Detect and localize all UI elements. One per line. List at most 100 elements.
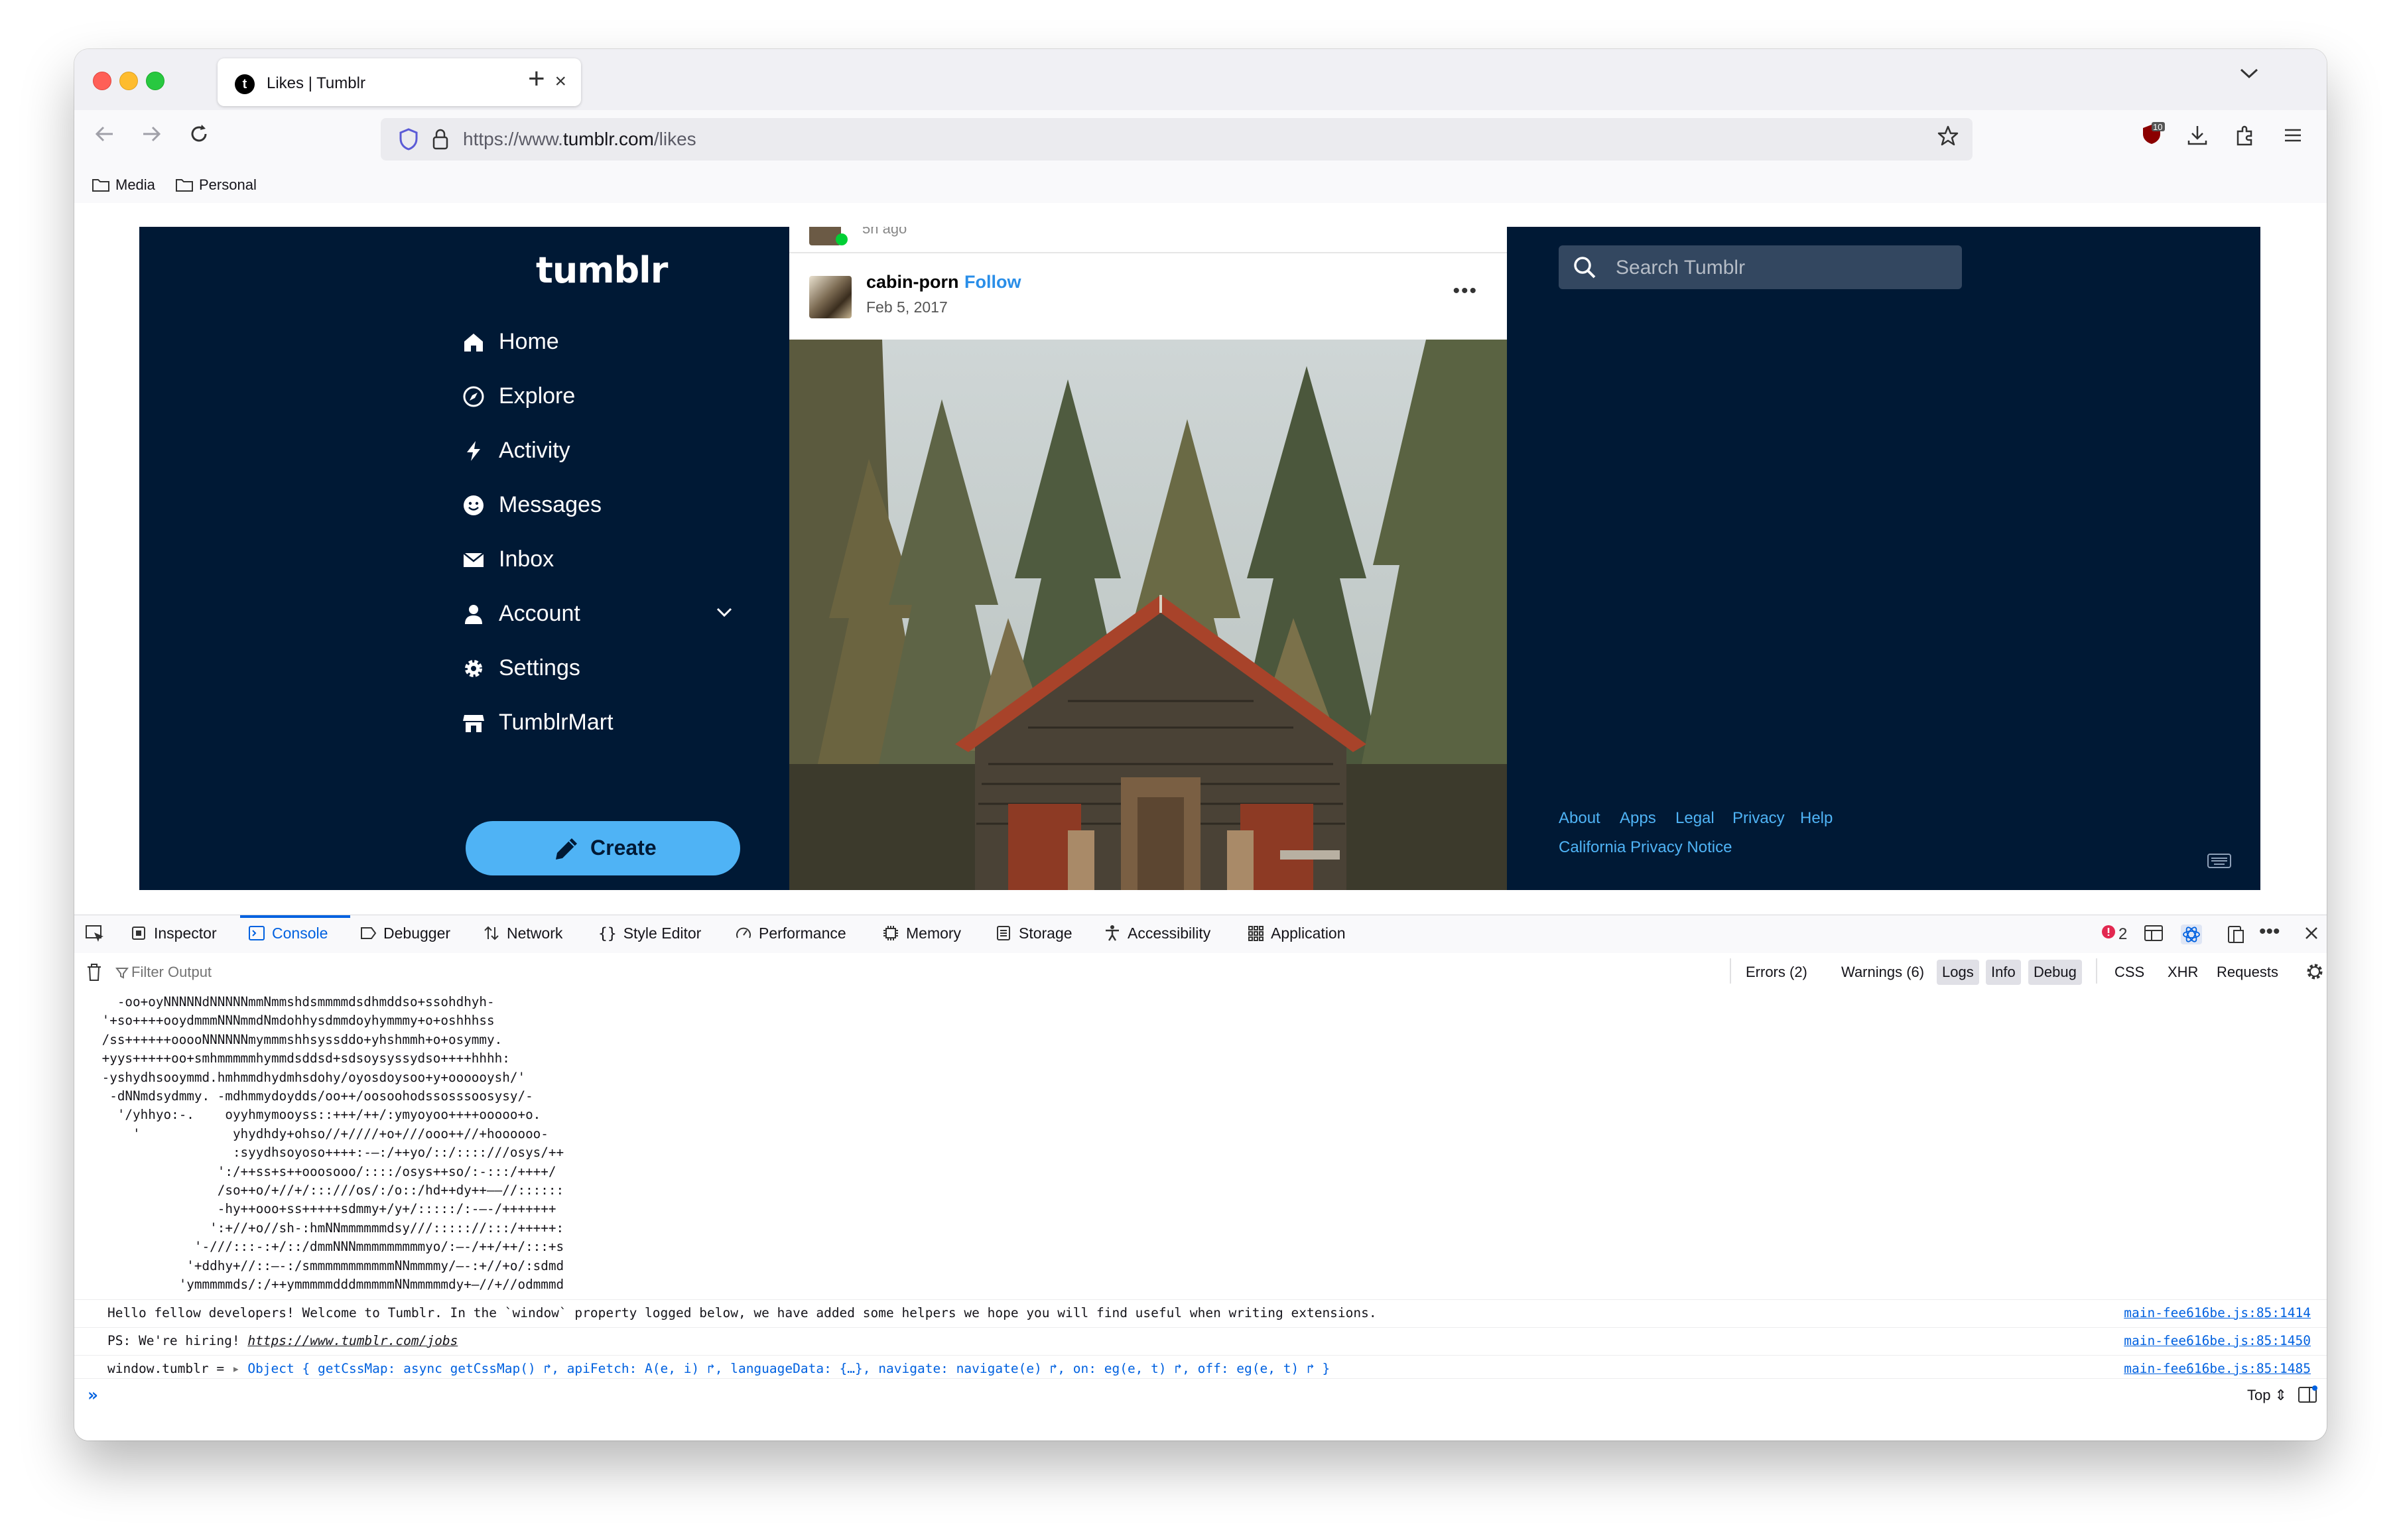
tab-label: Accessibility (1128, 925, 1211, 942)
prompt-chevron-icon: » (88, 1385, 98, 1405)
footer-link-apps[interactable]: Apps (1620, 809, 1656, 828)
responsive-design-mode-icon[interactable] (2226, 925, 2244, 949)
tracking-protection-shield-icon[interactable] (398, 127, 419, 155)
url-domain: tumblr.com (562, 129, 654, 149)
filter-logs[interactable]: Logs (1937, 960, 1979, 985)
tab-debugger[interactable]: Debugger (359, 925, 450, 954)
follow-button[interactable]: Follow (964, 272, 1021, 292)
sidebar-toggle-icon[interactable] (2298, 1385, 2317, 1407)
expand-triangle-icon[interactable]: ▸ (232, 1361, 247, 1376)
post-username[interactable]: cabin-porn (866, 272, 959, 292)
tab-storage[interactable]: Storage (995, 925, 1072, 954)
devtools-toolbar: Inspector Console Debugger Network {} Sty… (74, 915, 2327, 954)
ublock-extension-icon[interactable]: 10 (2138, 121, 2165, 153)
log-source-link[interactable]: main-fee616be.js:85:1485 (2124, 1361, 2311, 1376)
close-tab-icon[interactable]: × (554, 70, 566, 93)
log-source-link[interactable]: main-fee616be.js:85:1414 (2124, 1305, 2311, 1320)
filter-xhr[interactable]: XHR (2162, 960, 2203, 985)
footer-link-privacy[interactable]: Privacy (1732, 809, 1785, 828)
error-count-badge[interactable]: 2 (2101, 925, 2127, 944)
minimize-window-button[interactable] (119, 72, 138, 90)
list-all-tabs-icon[interactable] (2239, 64, 2259, 85)
bookmark-folder-media[interactable]: Media (92, 176, 155, 194)
nav-home[interactable]: Home (462, 322, 740, 362)
zoom-window-button[interactable] (146, 72, 164, 90)
tab-label: Memory (906, 925, 962, 942)
nav-messages[interactable]: Messages (462, 485, 740, 525)
post-date: Feb 5, 2017 (866, 298, 948, 316)
grid-icon (1248, 926, 1264, 941)
tumblr-page: tumblr Home Explore Activity Messages In… (139, 227, 2260, 890)
nav-inbox[interactable]: Inbox (462, 540, 740, 580)
tab-application[interactable]: Application (1247, 925, 1346, 954)
tab-inspector[interactable]: Inspector (130, 925, 217, 954)
console-input[interactable]: » Top ⇕ (74, 1378, 2327, 1412)
inspector-icon (132, 927, 145, 940)
address-bar[interactable]: https://www.tumblr.com/likes (381, 118, 1973, 160)
filter-info[interactable]: Info (1986, 960, 2021, 985)
console-settings-gear-icon[interactable] (2304, 961, 2325, 986)
bookmark-star-icon[interactable] (1937, 125, 1959, 153)
back-button[interactable] (93, 122, 117, 152)
tab-accessibility[interactable]: Accessibility (1104, 925, 1210, 954)
trash-icon[interactable] (85, 962, 103, 986)
ascii-art-log: -oo+oyNNNNNdNNNNNmmNmmshdsmmmmdsdhmddso+… (101, 994, 564, 1293)
filter-requests[interactable]: Requests (2211, 960, 2284, 985)
downloads-icon[interactable] (2186, 123, 2209, 153)
bookmark-folder-personal[interactable]: Personal (175, 176, 257, 194)
hamburger-menu-icon[interactable] (2282, 123, 2304, 153)
more-options-icon[interactable]: ••• (2259, 921, 2280, 943)
avatar[interactable] (809, 276, 852, 318)
lock-icon[interactable] (431, 127, 450, 155)
keyboard-shortcuts-icon[interactable] (2207, 853, 2231, 869)
footer-link-help[interactable]: Help (1800, 809, 1833, 828)
tab-performance[interactable]: Performance (735, 925, 846, 954)
network-icon (484, 926, 499, 940)
filter-css[interactable]: CSS (2109, 960, 2150, 985)
tab-memory[interactable]: Memory (882, 925, 961, 954)
forward-button[interactable] (139, 122, 163, 152)
new-tab-button[interactable]: + (528, 62, 545, 96)
bookmark-label: Media (115, 176, 155, 193)
filter-warnings[interactable]: Warnings (6) (1836, 960, 1929, 985)
filter-errors[interactable]: Errors (2) (1740, 960, 1813, 985)
filter-debug[interactable]: Debug (2028, 960, 2082, 985)
more-options-icon[interactable]: ••• (1453, 280, 1478, 302)
nav-explore[interactable]: Explore (462, 377, 740, 417)
reload-button[interactable] (187, 122, 211, 152)
tab-style-editor[interactable]: {} Style Editor (598, 925, 701, 954)
jobs-link[interactable]: https://www.tumblr.com/jobs (247, 1333, 458, 1348)
react-devtools-icon[interactable] (2181, 925, 2202, 949)
nav-activity[interactable]: Activity (462, 431, 740, 471)
filter-output-input[interactable]: Filter Output (131, 964, 212, 981)
tumblr-logo[interactable]: tumblr (536, 249, 668, 291)
create-label: Create (590, 836, 657, 860)
log-source-link[interactable]: main-fee616be.js:85:1450 (2124, 1333, 2311, 1348)
object-preview[interactable]: Object { getCssMap: async getCssMap() ↱,… (247, 1361, 1330, 1376)
nav-tumblrmart[interactable]: TumblrMart (462, 703, 740, 743)
nav-account[interactable]: Account (462, 594, 740, 634)
compass-icon (463, 386, 484, 407)
close-window-button[interactable] (93, 72, 111, 90)
extension-badge: 10 (2153, 122, 2163, 132)
nav-settings[interactable]: Settings (462, 649, 740, 688)
tumblr-favicon-icon: t (235, 74, 255, 94)
split-console-icon[interactable] (2144, 925, 2164, 946)
footer-link-about[interactable]: About (1559, 809, 1600, 828)
url-text[interactable]: https://www.tumblr.com/likes (463, 129, 696, 150)
search-input[interactable]: Search Tumblr (1559, 245, 1962, 289)
tab-network[interactable]: Network (483, 925, 562, 954)
tab-console[interactable]: Console (248, 925, 328, 954)
element-picker-icon[interactable] (85, 925, 113, 954)
footer-link-california-privacy[interactable]: California Privacy Notice (1559, 838, 1732, 857)
browser-tab[interactable]: t Likes | Tumblr × (218, 58, 581, 106)
extensions-puzzle-icon[interactable] (2234, 123, 2256, 153)
context-selector[interactable]: Top ⇕ (2247, 1387, 2287, 1404)
tab-label: Storage (1019, 925, 1072, 942)
post-image-cabin-in-forest[interactable] (789, 340, 1507, 890)
footer-link-legal[interactable]: Legal (1675, 809, 1715, 828)
chevron-down-icon[interactable] (715, 602, 734, 623)
divider (1730, 958, 1731, 984)
create-button[interactable]: Create (466, 821, 740, 875)
close-devtools-icon[interactable] (2303, 925, 2320, 946)
